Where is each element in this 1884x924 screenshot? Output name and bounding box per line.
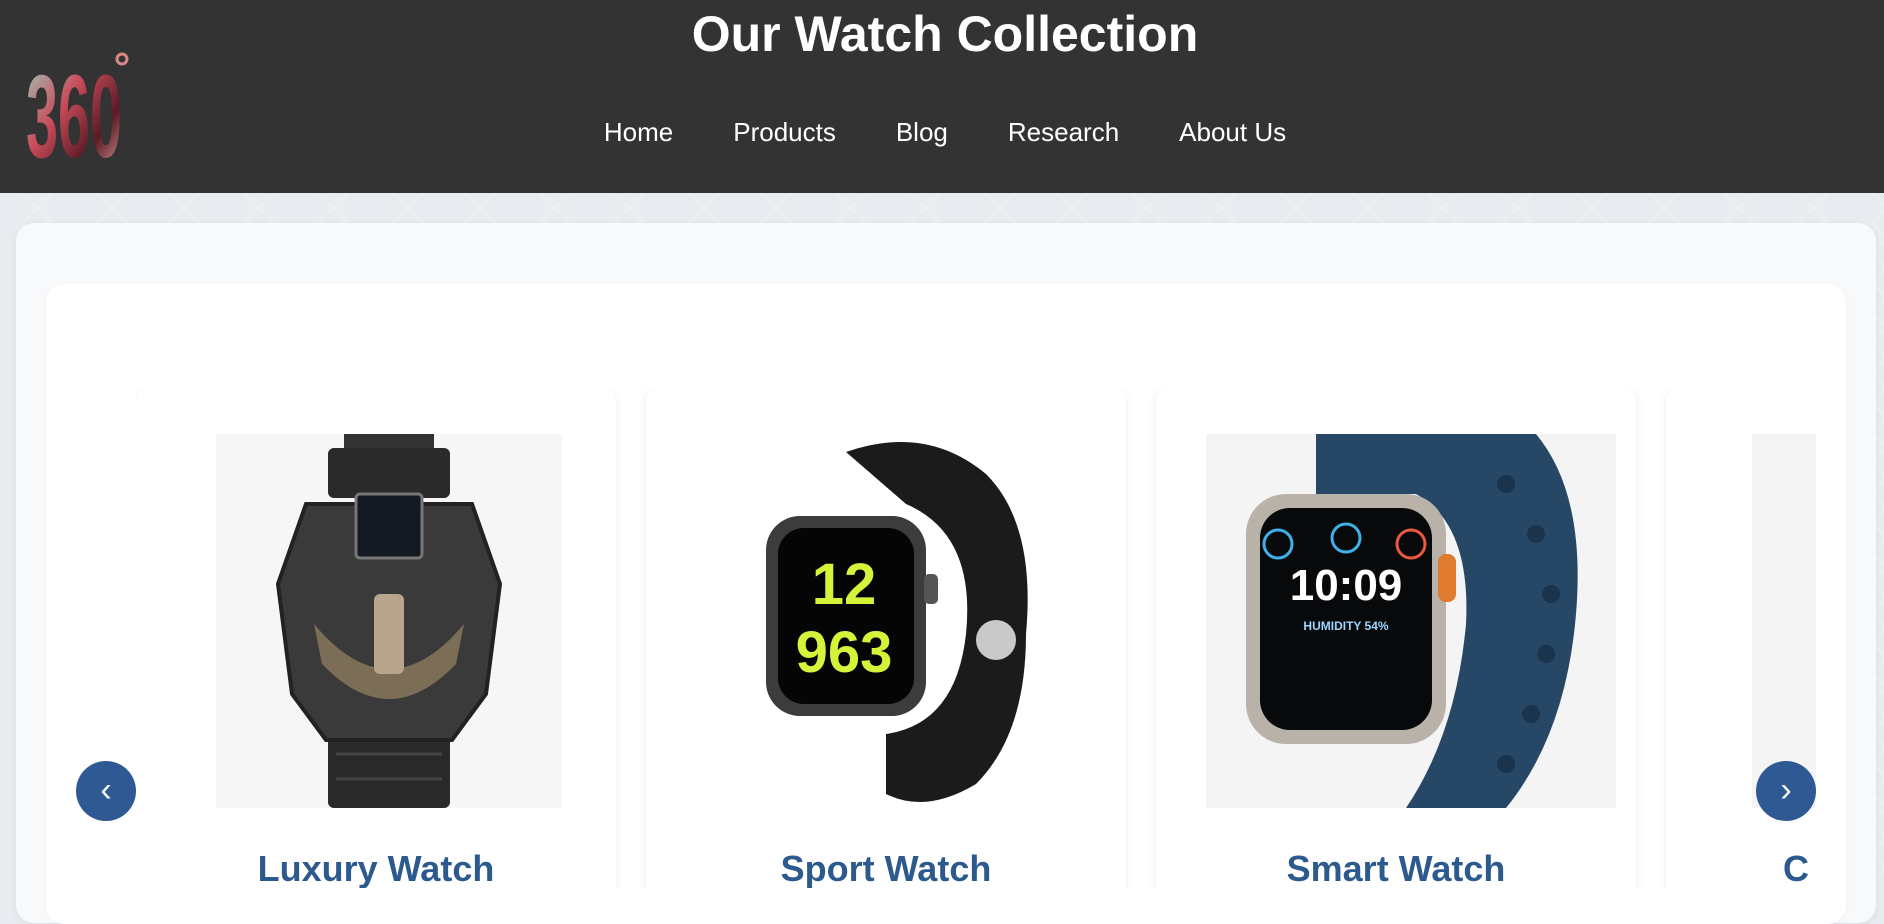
main-nav: Home Products Blog Research About Us bbox=[0, 112, 1884, 152]
svg-text:10:09: 10:09 bbox=[1290, 561, 1403, 610]
luxury-watch-image: 30 bbox=[216, 434, 562, 808]
nav-products[interactable]: Products bbox=[733, 112, 836, 152]
nav-blog[interactable]: Blog bbox=[896, 112, 948, 152]
svg-text:963: 963 bbox=[796, 620, 893, 685]
sport-watch-image: 12 963 bbox=[726, 434, 1072, 808]
site-header: 360 Our Watch Collection Home Products B… bbox=[0, 0, 1884, 193]
product-name-sport: Sport Watch bbox=[780, 848, 992, 888]
page-title: Our Watch Collection bbox=[691, 6, 1199, 62]
product-name-partial: C bbox=[1783, 848, 1809, 888]
product-name-luxury: Luxury Watch bbox=[257, 848, 495, 888]
carousel-track: 30 Luxury Watch 12 963 Sport Watch bbox=[136, 388, 1816, 888]
nav-home[interactable]: Home bbox=[604, 112, 673, 152]
partial-watch-image bbox=[1752, 434, 1816, 808]
svg-text:HUMIDITY 54%: HUMIDITY 54% bbox=[1303, 619, 1388, 633]
carousel-next-button[interactable]: › bbox=[1756, 761, 1816, 821]
smart-watch-image: 10:09 HUMIDITY 54% bbox=[1206, 434, 1616, 808]
svg-text:12: 12 bbox=[812, 552, 877, 617]
nav-about-us[interactable]: About Us bbox=[1179, 112, 1286, 152]
product-card-sport[interactable]: 12 963 Sport Watch bbox=[646, 388, 1126, 888]
product-name-smart: Smart Watch bbox=[1286, 848, 1506, 888]
product-card-smart[interactable]: 10:09 HUMIDITY 54% Smart Watch bbox=[1156, 388, 1636, 888]
nav-research[interactable]: Research bbox=[1008, 112, 1119, 152]
carousel-prev-button[interactable]: ‹ bbox=[76, 761, 136, 821]
product-card-luxury[interactable]: 30 Luxury Watch bbox=[136, 388, 616, 888]
